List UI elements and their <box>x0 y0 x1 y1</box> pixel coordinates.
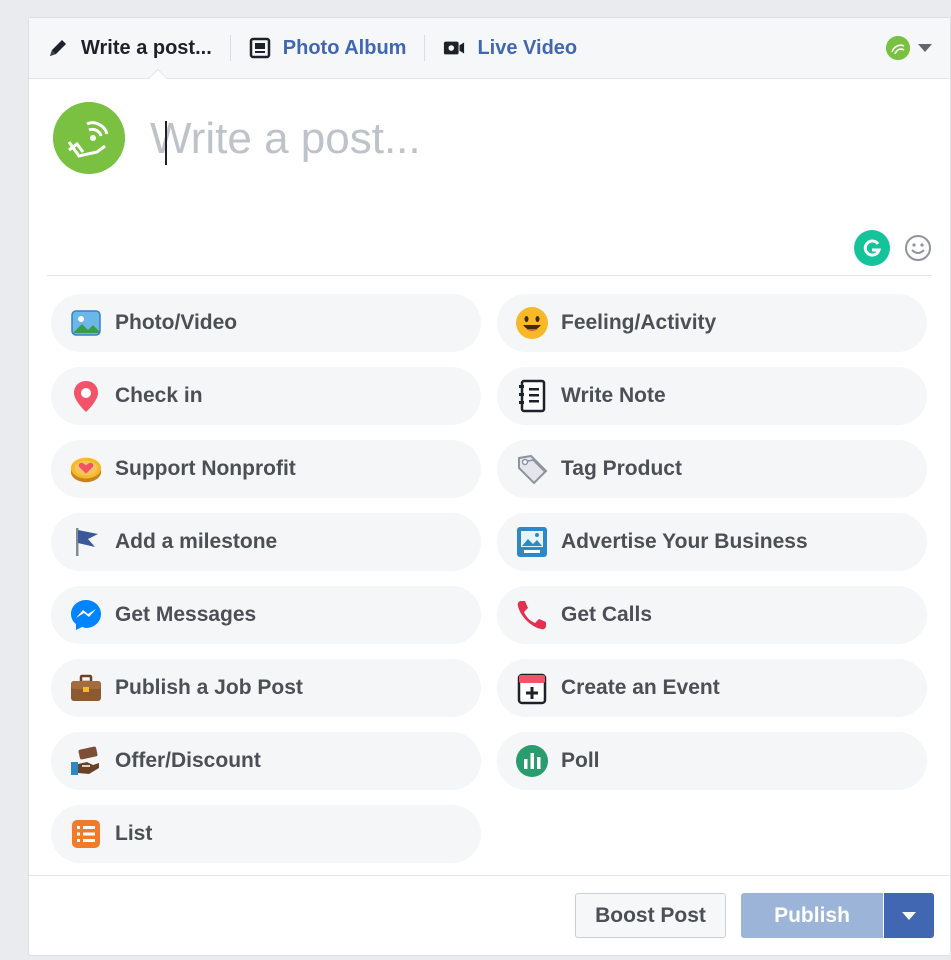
check-in-label: Check in <box>115 384 203 407</box>
ad-billboard-icon <box>515 525 549 559</box>
post-text-input[interactable] <box>150 109 850 169</box>
tab-live-video-label: Live Video <box>477 36 578 59</box>
add-milestone-button[interactable]: Add a milestone <box>51 513 481 571</box>
tag-product-label: Tag Product <box>561 457 682 480</box>
phone-icon <box>515 598 549 632</box>
composer-tab-bar: Write a post... Photo Album Live Video <box>29 18 950 79</box>
create-event-label: Create an Event <box>561 676 720 699</box>
publish-job-post-button[interactable]: Publish a Job Post <box>51 659 481 717</box>
tab-live-video[interactable]: Live Video <box>443 18 577 78</box>
offer-hand-icon <box>69 744 103 778</box>
feeling-activity-label: Feeling/Activity <box>561 311 717 334</box>
check-in-button[interactable]: Check in <box>51 367 481 425</box>
list-button[interactable]: List <box>51 805 481 863</box>
poll-label: Poll <box>561 749 600 772</box>
add-milestone-label: Add a milestone <box>115 530 278 553</box>
tab-write-post[interactable]: Write a post... <box>47 18 212 78</box>
list-icon <box>69 817 103 851</box>
page-avatar-small <box>886 36 910 60</box>
text-cursor <box>165 121 167 165</box>
offer-discount-label: Offer/Discount <box>115 749 261 772</box>
compose-area <box>47 79 932 276</box>
advertise-business-button[interactable]: Advertise Your Business <box>497 513 927 571</box>
briefcase-icon <box>69 671 103 705</box>
photo-video-button[interactable]: Photo/Video <box>51 294 481 352</box>
composer-actions-grid: Photo/Video Feeling/Activity Check in Wr… <box>51 294 929 863</box>
pencil-icon <box>47 37 69 59</box>
photo-icon <box>69 306 103 340</box>
chevron-down-icon <box>902 911 916 920</box>
support-nonprofit-button[interactable]: Support Nonprofit <box>51 440 481 498</box>
list-label: List <box>115 822 153 845</box>
get-calls-button[interactable]: Get Calls <box>497 586 927 644</box>
tab-write-post-label: Write a post... <box>81 36 212 59</box>
smiley-face-icon <box>515 306 549 340</box>
photo-video-label: Photo/Video <box>115 311 238 334</box>
tab-photo-album[interactable]: Photo Album <box>249 18 407 78</box>
composer-footer: Boost Post Publish <box>29 875 950 955</box>
emoji-icon[interactable] <box>904 234 932 262</box>
active-tab-indicator-fill <box>149 70 167 79</box>
get-messages-button[interactable]: Get Messages <box>51 586 481 644</box>
feeling-activity-button[interactable]: Feeling/Activity <box>497 294 927 352</box>
chevron-down-icon <box>918 44 932 52</box>
write-note-label: Write Note <box>561 384 666 407</box>
tag-product-button[interactable]: Tag Product <box>497 440 927 498</box>
location-pin-icon <box>69 379 103 413</box>
grammarly-icon[interactable] <box>854 230 890 266</box>
write-note-button[interactable]: Write Note <box>497 367 927 425</box>
notebook-icon <box>515 379 549 413</box>
create-event-button[interactable]: Create an Event <box>497 659 927 717</box>
page-avatar <box>53 102 125 174</box>
tab-photo-album-label: Photo Album <box>282 36 407 59</box>
poll-chart-icon <box>515 744 549 778</box>
post-composer: Write a post... Photo Album Live Video W… <box>28 17 951 956</box>
price-tag-icon <box>515 452 549 486</box>
video-camera-icon <box>443 37 465 59</box>
boost-post-button[interactable]: Boost Post <box>575 893 726 938</box>
tab-divider <box>424 35 426 61</box>
flag-icon <box>69 525 103 559</box>
advertise-business-label: Advertise Your Business <box>561 530 808 553</box>
calendar-icon <box>515 671 549 705</box>
heart-coin-icon <box>69 452 103 486</box>
get-messages-label: Get Messages <box>115 603 257 626</box>
photo-album-icon <box>249 37 271 59</box>
poll-button[interactable]: Poll <box>497 732 927 790</box>
page-identity-switcher[interactable] <box>886 36 932 60</box>
publish-button[interactable]: Publish <box>741 893 883 938</box>
publish-options-button[interactable] <box>884 893 934 938</box>
support-nonprofit-label: Support Nonprofit <box>115 457 296 480</box>
publish-job-post-label: Publish a Job Post <box>115 676 303 699</box>
messenger-icon <box>69 598 103 632</box>
offer-discount-button[interactable]: Offer/Discount <box>51 732 481 790</box>
tab-divider <box>229 35 231 61</box>
get-calls-label: Get Calls <box>561 603 653 626</box>
